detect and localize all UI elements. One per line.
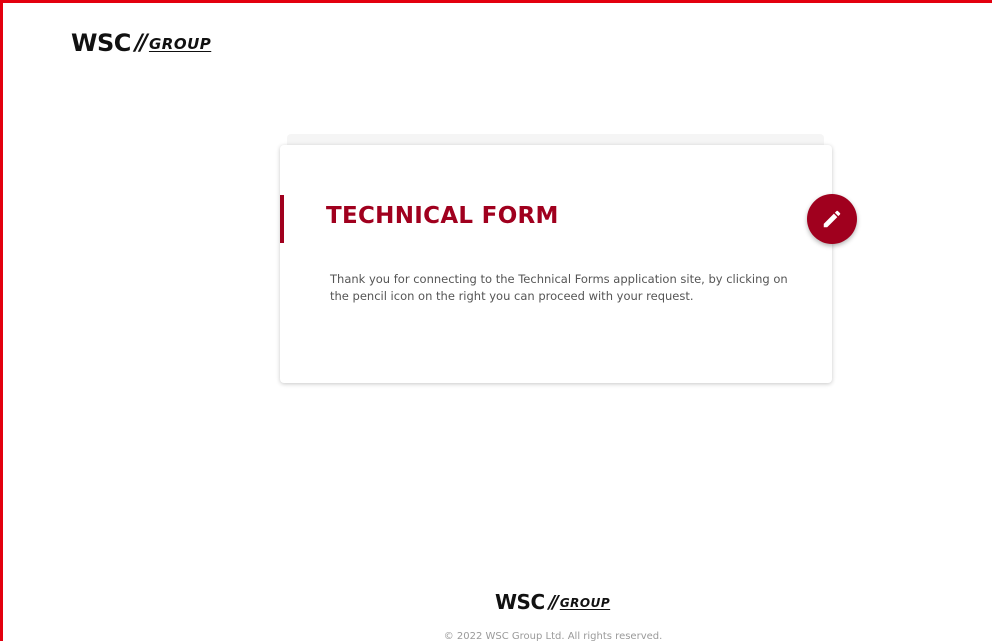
- footer-logo-group-text: GROUP: [559, 596, 611, 610]
- card-description: Thank you for connecting to the Technica…: [330, 272, 788, 303]
- footer-logo-slashes: //: [548, 592, 559, 613]
- logo-group-text: GROUP: [148, 35, 212, 53]
- logo-wsc-text: WSC: [71, 29, 131, 57]
- footer-logo[interactable]: WSC // GROUP: [495, 592, 610, 612]
- edit-request-button[interactable]: [807, 194, 857, 244]
- header-logo[interactable]: WSC // GROUP: [71, 31, 211, 55]
- pencil-icon: [823, 210, 841, 228]
- footer-copyright: © 2022 WSC Group Ltd. All rights reserve…: [443, 631, 663, 642]
- card-accent-bar: [280, 195, 284, 243]
- logo-slashes: //: [134, 31, 148, 56]
- page-frame: WSC // GROUP TECHNICAL FORM Thank you fo…: [0, 0, 992, 642]
- technical-form-card: TECHNICAL FORM Thank you for connecting …: [280, 145, 832, 383]
- footer-logo-wsc-text: WSC: [495, 590, 545, 614]
- card-title: TECHNICAL FORM: [326, 203, 559, 229]
